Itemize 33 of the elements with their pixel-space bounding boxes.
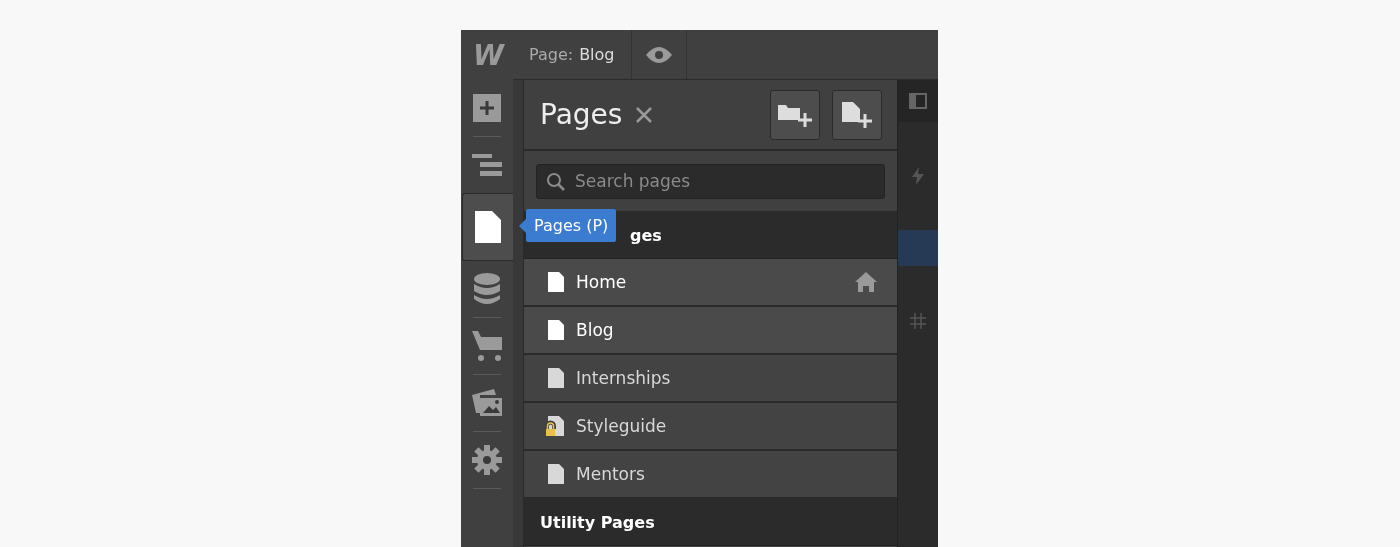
page-name: Styleguide — [576, 416, 667, 436]
panel-title: Pages — [540, 98, 623, 131]
sidebar-icon — [909, 93, 927, 109]
close-button[interactable] — [636, 106, 653, 123]
current-page-label: Page: Blog — [513, 30, 632, 79]
page-icon — [475, 211, 501, 243]
database-icon — [474, 273, 500, 305]
tooltip: Pages (P) — [526, 209, 617, 242]
section-header: Utility Pages — [524, 499, 897, 546]
panel-tab[interactable] — [898, 80, 938, 122]
new-page-button[interactable] — [832, 89, 882, 140]
hash-icon — [910, 313, 926, 329]
add-icon — [473, 94, 501, 122]
logo[interactable]: W — [461, 30, 513, 80]
page-name: Internships — [576, 368, 671, 388]
cart-icon — [472, 331, 502, 361]
new-folder-button[interactable] — [770, 89, 820, 140]
search-field[interactable]: Search pages — [536, 163, 885, 199]
pages-tab[interactable] — [462, 193, 513, 261]
page-item[interactable]: Blog — [524, 307, 897, 355]
tooltip-pointer-icon — [519, 218, 526, 233]
eye-icon — [645, 46, 672, 63]
navigator-icon — [472, 154, 502, 176]
folder-plus-icon — [778, 102, 812, 127]
bolt-icon — [912, 167, 924, 185]
page-name: Blog — [576, 320, 614, 340]
search-icon — [546, 171, 566, 192]
images-icon — [472, 389, 502, 417]
page-item[interactable]: Home — [524, 259, 897, 307]
page-name: Mentors — [576, 464, 645, 484]
close-icon — [636, 106, 653, 123]
page-name: Home — [576, 272, 627, 292]
page-plus-icon — [842, 101, 872, 128]
